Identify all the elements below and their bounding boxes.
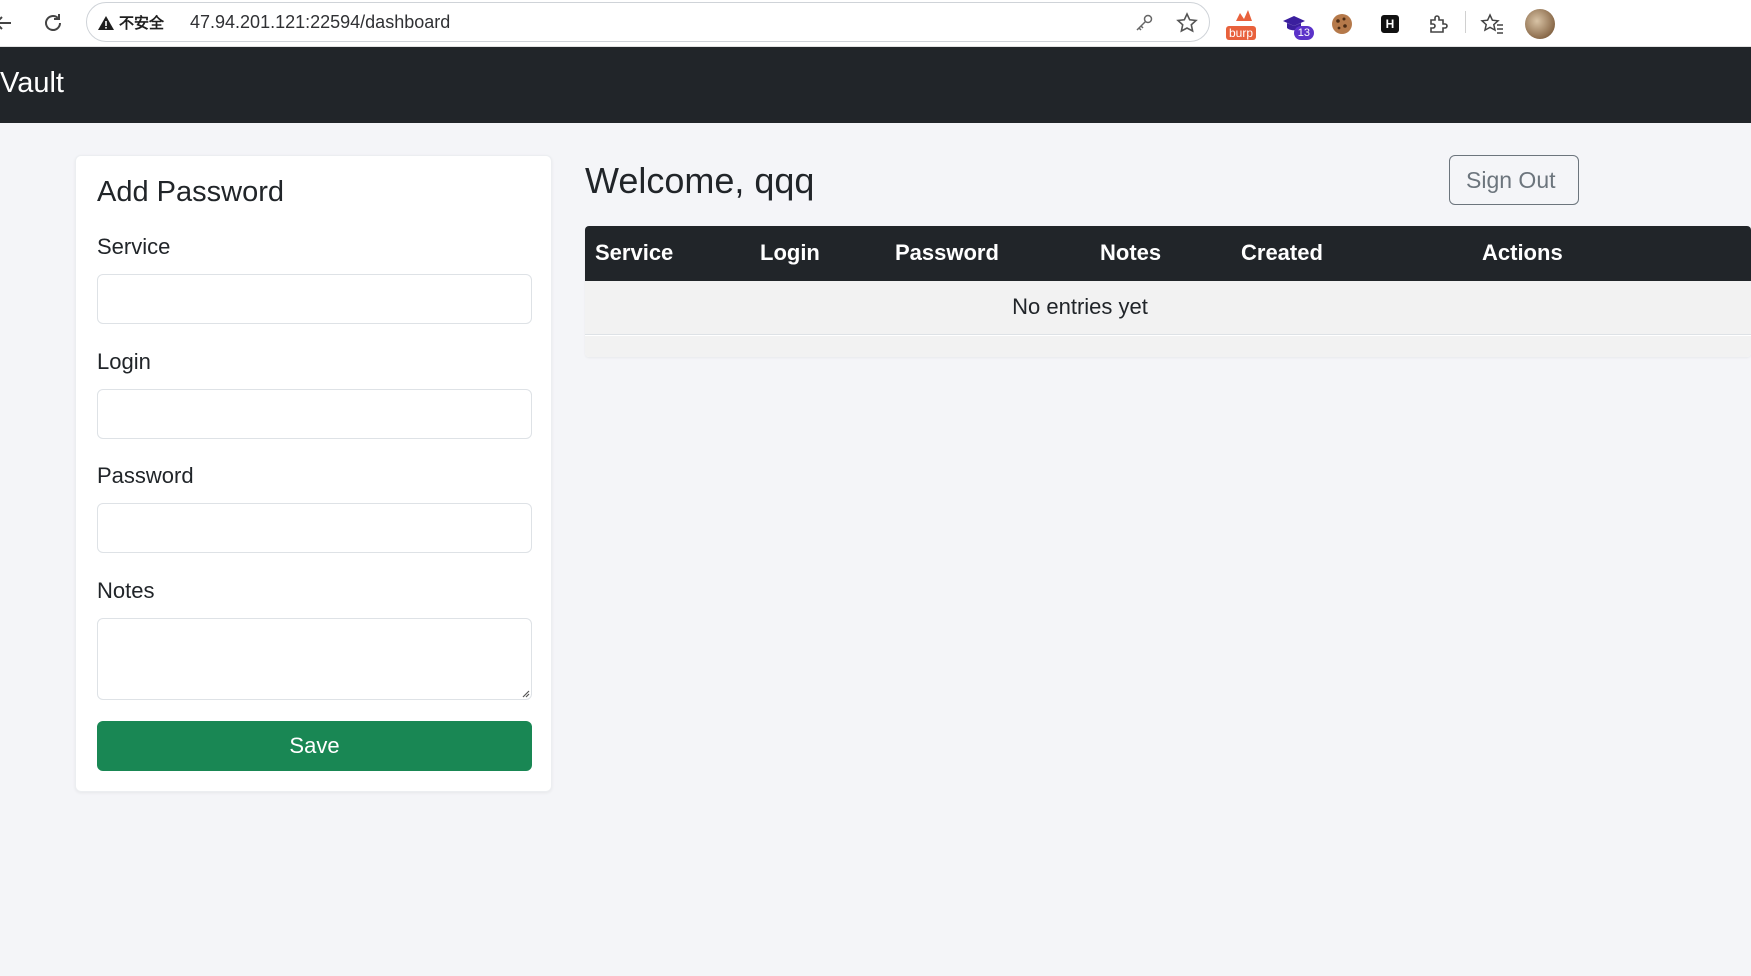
service-label: Service [97,234,171,259]
reload-icon[interactable] [38,8,68,38]
column-header-login: Login [760,240,820,265]
service-input[interactable] [97,274,532,324]
app-navbar: Vault [0,47,1751,123]
add-password-card: Add Password Service Login Password Note… [75,155,552,792]
column-header-password: Password [895,240,999,265]
back-arrow-icon[interactable] [0,8,18,38]
form-title: Add Password [97,176,284,208]
security-label: 不安全 [119,14,165,32]
url-text[interactable]: 47.94.201.121:22594/dashboard [190,12,450,33]
table-row: No entries yet [585,281,1751,335]
profile-avatar[interactable] [1522,6,1558,42]
burp-extension-icon[interactable]: burp [1226,6,1262,42]
extensions-puzzle-icon[interactable] [1420,6,1456,42]
password-input[interactable] [97,503,532,553]
notes-textarea[interactable] [97,618,532,700]
empty-message: No entries yet [1012,294,1148,319]
toolbar-divider [1465,11,1466,33]
save-button[interactable]: Save [97,721,532,771]
column-header-service: Service [595,240,674,265]
bookmark-star-icon[interactable] [1175,11,1199,35]
column-header-created: Created [1241,240,1323,265]
key-icon[interactable] [1132,11,1156,35]
cookie-icon[interactable] [1324,6,1360,42]
notes-label: Notes [97,578,155,603]
resize-grip-icon[interactable] [520,688,530,698]
warning-triangle-icon [98,15,114,30]
login-label: Login [97,349,151,374]
welcome-heading: Welcome, qqq [585,160,815,201]
hat-extension-icon[interactable]: 13 [1276,6,1314,42]
column-header-notes: Notes [1100,240,1162,265]
login-input[interactable] [97,389,532,439]
h-badge: H [1381,15,1399,33]
table-footer [585,336,1751,357]
browser-toolbar: 不安全 47.94.201.121:22594/dashboard burp 1… [0,0,1751,47]
burp-badge: burp [1226,26,1257,40]
favorites-icon[interactable] [1474,6,1510,42]
security-warning[interactable]: 不安全 [97,12,164,33]
column-header-actions: Actions [1482,240,1563,265]
sign-out-button[interactable]: Sign Out [1449,155,1579,205]
h-extension-icon[interactable]: H [1372,6,1408,42]
hat-badge: 13 [1293,26,1314,40]
address-bar[interactable]: 不安全 47.94.201.121:22594/dashboard [86,2,1210,42]
vault-table: Service Login Password Notes Created Act… [585,226,1751,357]
brand-logo-text[interactable]: Vault [0,67,64,100]
table-header: Service Login Password Notes Created Act… [585,226,1751,281]
password-label: Password [97,463,194,488]
